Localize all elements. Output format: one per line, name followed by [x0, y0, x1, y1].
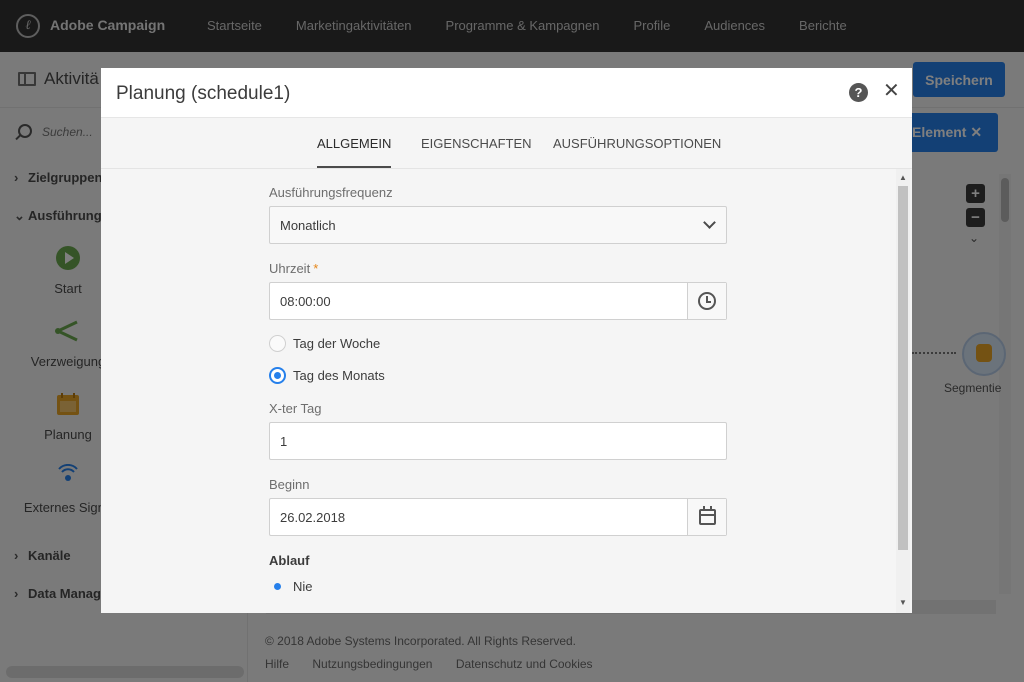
radio-button-checked[interactable]	[274, 583, 281, 590]
nth-day-input[interactable]: 1	[269, 422, 727, 460]
time-value: 08:00:00	[280, 294, 331, 309]
start-date-value: 26.02.2018	[280, 510, 346, 525]
nth-day-value: 1	[280, 434, 288, 449]
time-label: Uhrzeit *	[269, 261, 319, 276]
dialog-tabs: ALLGEMEIN EIGENSCHAFTEN AUSFÜHRUNGSOPTIO…	[101, 118, 912, 169]
time-picker-button[interactable]	[687, 283, 726, 319]
nth-day-label: X-ter Tag	[269, 401, 322, 416]
required-marker: *	[313, 261, 319, 276]
dialog-title: Planung (schedule1)	[116, 83, 291, 104]
start-date-label: Beginn	[269, 477, 310, 492]
expiry-label: Ablauf	[269, 553, 310, 568]
calendar-icon	[699, 506, 716, 525]
close-icon[interactable]: ✕	[883, 80, 900, 102]
help-icon[interactable]: ?	[849, 83, 868, 102]
radio-button-checked[interactable]	[269, 367, 286, 384]
clock-icon	[698, 292, 716, 310]
tab-allgemein[interactable]: ALLGEMEIN	[317, 118, 392, 168]
tab-ausfuehrungsoptionen[interactable]: AUSFÜHRUNGSOPTIONEN	[553, 118, 721, 168]
date-picker-button[interactable]	[687, 499, 726, 535]
frequency-value: Monatlich	[280, 218, 336, 233]
dialog-body: Ausführungsfrequenz Monatlich Uhrzeit * 0…	[101, 169, 912, 613]
time-field[interactable]: 08:00:00	[269, 282, 727, 320]
dialog-header: Planung (schedule1) ? ✕	[101, 68, 912, 118]
start-date-field[interactable]: 26.02.2018	[269, 498, 727, 536]
schedule-dialog: Planung (schedule1) ? ✕ ALLGEMEIN EIGENS…	[101, 68, 912, 613]
frequency-label: Ausführungsfrequenz	[269, 185, 393, 200]
scroll-down-icon[interactable]: ▼	[899, 598, 907, 607]
scroll-up-icon[interactable]: ▲	[899, 173, 907, 182]
radio-button[interactable]	[269, 335, 286, 352]
tab-eigenschaften[interactable]: EIGENSCHAFTEN	[421, 118, 532, 168]
chevron-down-icon	[703, 216, 716, 229]
dialog-scroll-thumb[interactable]	[898, 186, 908, 550]
frequency-select[interactable]: Monatlich	[269, 206, 727, 244]
